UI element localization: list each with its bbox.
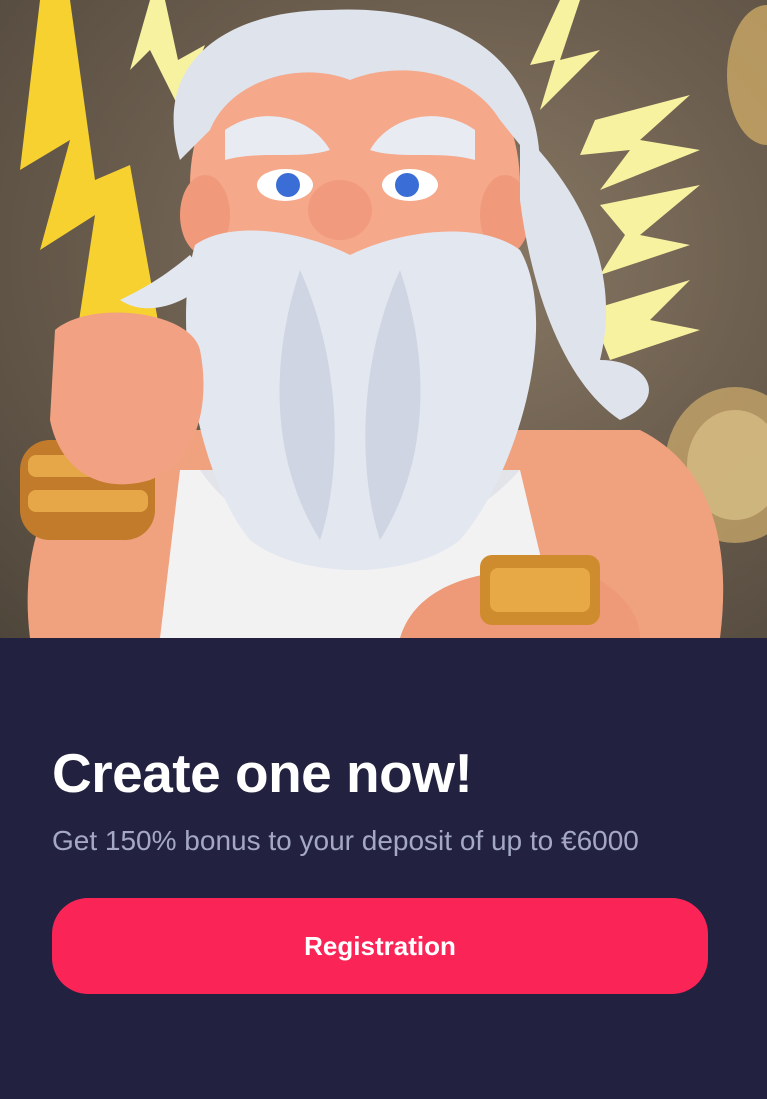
hero-illustration (0, 0, 767, 638)
coin-icon (727, 5, 767, 145)
character-nose (308, 180, 372, 240)
promo-card: Create one now! Get 150% bonus to your d… (0, 0, 767, 1099)
promo-panel: Create one now! Get 150% bonus to your d… (0, 638, 767, 1099)
promo-subtitle: Get 150% bonus to your deposit of up to … (52, 825, 639, 856)
promo-title: Create one now! (52, 742, 473, 804)
registration-button[interactable]: Registration (52, 898, 708, 994)
